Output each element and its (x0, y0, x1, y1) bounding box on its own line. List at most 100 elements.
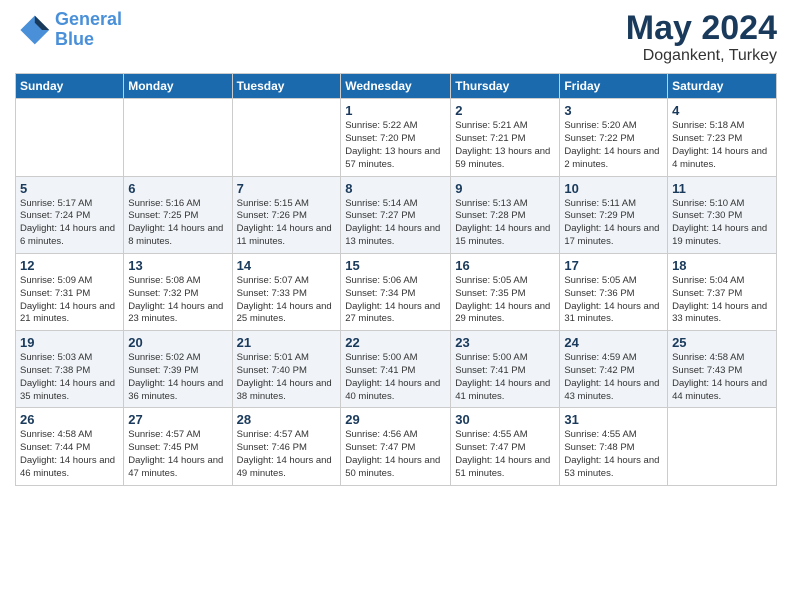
calendar-cell: 3Sunrise: 5:20 AM Sunset: 7:22 PM Daylig… (560, 99, 668, 176)
weekday-header-row: SundayMondayTuesdayWednesdayThursdayFrid… (16, 74, 777, 99)
day-number: 8 (345, 181, 446, 196)
calendar-cell: 9Sunrise: 5:13 AM Sunset: 7:28 PM Daylig… (451, 176, 560, 253)
day-info: Sunrise: 5:21 AM Sunset: 7:21 PM Dayligh… (455, 120, 555, 171)
calendar-cell: 25Sunrise: 4:58 AM Sunset: 7:43 PM Dayli… (668, 331, 777, 408)
day-info: Sunrise: 5:03 AM Sunset: 7:38 PM Dayligh… (20, 352, 119, 403)
calendar-cell: 20 Sunrise: 5:02 AM Sunset: 7:39 PM Dayli… (124, 331, 232, 408)
day-info: Sunrise: 5:00 AM Sunset: 7:41 PM Dayligh… (455, 352, 555, 403)
month-title: May 2024 (626, 10, 777, 47)
calendar-cell: 6Sunrise: 5:16 AM Sunset: 7:25 PM Daylig… (124, 176, 232, 253)
calendar-cell: 4 Sunrise: 5:18 AM Sunset: 7:23 PM Daylig… (668, 99, 777, 176)
calendar-cell: 22Sunrise: 5:00 AM Sunset: 7:41 PM Dayli… (341, 331, 451, 408)
day-number: 27 (128, 412, 227, 427)
day-number: 26 (20, 412, 119, 427)
day-number: 1 (345, 103, 446, 118)
calendar-cell: 1 Sunrise: 5:22 AM Sunset: 7:20 PM Daylig… (341, 99, 451, 176)
day-info: Sunrise: 5:14 AM Sunset: 7:27 PM Dayligh… (345, 198, 446, 249)
day-info: Sunrise: 4:59 AM Sunset: 7:42 PM Dayligh… (564, 352, 663, 403)
week-row-1: 1 Sunrise: 5:22 AM Sunset: 7:20 PM Daylig… (16, 99, 777, 176)
day-number: 7 (237, 181, 337, 196)
day-number: 12 (20, 258, 119, 273)
calendar-cell: 18 Sunrise: 5:04 AM Sunset: 7:37 PM Dayli… (668, 253, 777, 330)
day-number: 22 (345, 335, 446, 350)
day-info: Sunrise: 5:01 AM Sunset: 7:40 PM Dayligh… (237, 352, 337, 403)
day-number: 2 (455, 103, 555, 118)
day-number: 21 (237, 335, 337, 350)
day-number: 20 (128, 335, 227, 350)
calendar-cell: 14 Sunrise: 5:07 AM Sunset: 7:33 PM Dayli… (232, 253, 341, 330)
calendar-cell: 31 Sunrise: 4:55 AM Sunset: 7:48 PM Dayli… (560, 408, 668, 485)
day-info: Sunrise: 5:11 AM Sunset: 7:29 PM Dayligh… (564, 198, 663, 249)
header: General Blue May 2024 Dogankent, Turkey (15, 10, 777, 65)
calendar-cell: 21 Sunrise: 5:01 AM Sunset: 7:40 PM Dayli… (232, 331, 341, 408)
day-info: Sunrise: 5:18 AM Sunset: 7:23 PM Dayligh… (672, 120, 772, 171)
calendar-cell: 24 Sunrise: 4:59 AM Sunset: 7:42 PM Dayli… (560, 331, 668, 408)
day-number: 14 (237, 258, 337, 273)
day-number: 30 (455, 412, 555, 427)
week-row-2: 5Sunrise: 5:17 AM Sunset: 7:24 PM Daylig… (16, 176, 777, 253)
day-info: Sunrise: 5:05 AM Sunset: 7:35 PM Dayligh… (455, 275, 555, 326)
day-info: Sunrise: 5:02 AM Sunset: 7:39 PM Dayligh… (128, 352, 227, 403)
calendar-cell: 19 Sunrise: 5:03 AM Sunset: 7:38 PM Dayli… (16, 331, 124, 408)
location-title: Dogankent, Turkey (626, 47, 777, 65)
day-number: 31 (564, 412, 663, 427)
weekday-header-wednesday: Wednesday (341, 74, 451, 99)
day-info: Sunrise: 5:06 AM Sunset: 7:34 PM Dayligh… (345, 275, 446, 326)
day-info: Sunrise: 5:07 AM Sunset: 7:33 PM Dayligh… (237, 275, 337, 326)
calendar-cell: 29 Sunrise: 4:56 AM Sunset: 7:47 PM Dayli… (341, 408, 451, 485)
weekday-header-friday: Friday (560, 74, 668, 99)
calendar-cell: 11Sunrise: 5:10 AM Sunset: 7:30 PM Dayli… (668, 176, 777, 253)
logo-icon (15, 12, 51, 48)
day-info: Sunrise: 5:20 AM Sunset: 7:22 PM Dayligh… (564, 120, 663, 171)
page: General Blue May 2024 Dogankent, Turkey … (0, 0, 792, 501)
calendar-cell: 15 Sunrise: 5:06 AM Sunset: 7:34 PM Dayli… (341, 253, 451, 330)
calendar-cell: 2 Sunrise: 5:21 AM Sunset: 7:21 PM Daylig… (451, 99, 560, 176)
calendar-cell: 10Sunrise: 5:11 AM Sunset: 7:29 PM Dayli… (560, 176, 668, 253)
day-info: Sunrise: 5:22 AM Sunset: 7:20 PM Dayligh… (345, 120, 446, 171)
day-number: 4 (672, 103, 772, 118)
calendar-cell: 23 Sunrise: 5:00 AM Sunset: 7:41 PM Dayli… (451, 331, 560, 408)
day-number: 28 (237, 412, 337, 427)
day-info: Sunrise: 5:13 AM Sunset: 7:28 PM Dayligh… (455, 198, 555, 249)
day-number: 29 (345, 412, 446, 427)
logo: General Blue (15, 10, 122, 50)
title-block: May 2024 Dogankent, Turkey (626, 10, 777, 65)
logo-blue: Blue (55, 29, 94, 49)
day-info: Sunrise: 5:05 AM Sunset: 7:36 PM Dayligh… (564, 275, 663, 326)
calendar-cell: 16Sunrise: 5:05 AM Sunset: 7:35 PM Dayli… (451, 253, 560, 330)
calendar-cell: 8 Sunrise: 5:14 AM Sunset: 7:27 PM Daylig… (341, 176, 451, 253)
day-number: 19 (20, 335, 119, 350)
calendar-cell (16, 99, 124, 176)
calendar-cell (668, 408, 777, 485)
calendar-table: SundayMondayTuesdayWednesdayThursdayFrid… (15, 73, 777, 485)
day-info: Sunrise: 5:10 AM Sunset: 7:30 PM Dayligh… (672, 198, 772, 249)
day-info: Sunrise: 5:09 AM Sunset: 7:31 PM Dayligh… (20, 275, 119, 326)
logo-text: General Blue (55, 10, 122, 50)
day-number: 23 (455, 335, 555, 350)
day-info: Sunrise: 5:16 AM Sunset: 7:25 PM Dayligh… (128, 198, 227, 249)
calendar-cell: 27 Sunrise: 4:57 AM Sunset: 7:45 PM Dayli… (124, 408, 232, 485)
day-number: 17 (564, 258, 663, 273)
week-row-5: 26Sunrise: 4:58 AM Sunset: 7:44 PM Dayli… (16, 408, 777, 485)
day-info: Sunrise: 4:56 AM Sunset: 7:47 PM Dayligh… (345, 429, 446, 480)
day-info: Sunrise: 4:57 AM Sunset: 7:46 PM Dayligh… (237, 429, 337, 480)
day-number: 24 (564, 335, 663, 350)
day-number: 15 (345, 258, 446, 273)
calendar-cell: 28 Sunrise: 4:57 AM Sunset: 7:46 PM Dayli… (232, 408, 341, 485)
calendar-cell: 7Sunrise: 5:15 AM Sunset: 7:26 PM Daylig… (232, 176, 341, 253)
day-number: 18 (672, 258, 772, 273)
day-number: 13 (128, 258, 227, 273)
day-info: Sunrise: 5:17 AM Sunset: 7:24 PM Dayligh… (20, 198, 119, 249)
calendar-cell: 12 Sunrise: 5:09 AM Sunset: 7:31 PM Dayli… (16, 253, 124, 330)
day-info: Sunrise: 4:57 AM Sunset: 7:45 PM Dayligh… (128, 429, 227, 480)
day-info: Sunrise: 5:04 AM Sunset: 7:37 PM Dayligh… (672, 275, 772, 326)
calendar-cell (124, 99, 232, 176)
weekday-header-monday: Monday (124, 74, 232, 99)
week-row-4: 19 Sunrise: 5:03 AM Sunset: 7:38 PM Dayli… (16, 331, 777, 408)
day-info: Sunrise: 5:08 AM Sunset: 7:32 PM Dayligh… (128, 275, 227, 326)
day-info: Sunrise: 4:55 AM Sunset: 7:48 PM Dayligh… (564, 429, 663, 480)
weekday-header-tuesday: Tuesday (232, 74, 341, 99)
day-info: Sunrise: 4:58 AM Sunset: 7:43 PM Dayligh… (672, 352, 772, 403)
weekday-header-saturday: Saturday (668, 74, 777, 99)
calendar-cell: 5Sunrise: 5:17 AM Sunset: 7:24 PM Daylig… (16, 176, 124, 253)
